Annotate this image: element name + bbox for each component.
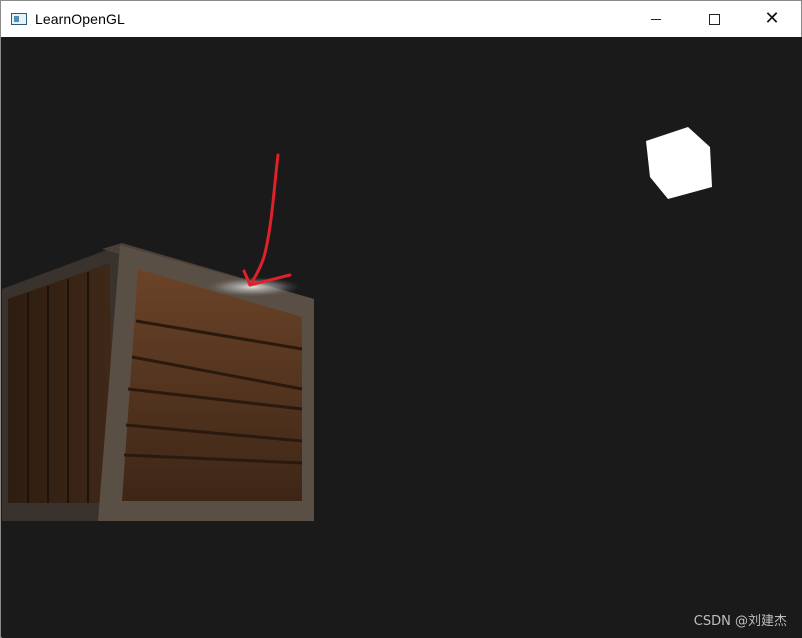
- window-title: LearnOpenGL: [35, 11, 125, 27]
- maximize-icon: [708, 13, 720, 25]
- wooden-crate: [2, 243, 314, 521]
- title-bar[interactable]: LearnOpenGL ✕: [1, 1, 801, 37]
- close-button[interactable]: ✕: [743, 1, 801, 37]
- minimize-button[interactable]: [627, 1, 685, 37]
- minimize-icon: [651, 18, 661, 20]
- window-controls: ✕: [627, 1, 801, 37]
- annotation-arrow: [242, 153, 292, 287]
- light-cube: [646, 127, 712, 199]
- watermark: CSDN @刘建杰: [693, 614, 787, 629]
- scene-canvas: [2, 127, 712, 521]
- opengl-window: LearnOpenGL ✕ CSDN @刘建杰: [0, 0, 802, 638]
- render-viewport[interactable]: [2, 37, 802, 638]
- crate-left-planks: [8, 263, 112, 503]
- maximize-button[interactable]: [685, 1, 743, 37]
- app-icon: [11, 13, 27, 25]
- close-icon: ✕: [764, 8, 780, 29]
